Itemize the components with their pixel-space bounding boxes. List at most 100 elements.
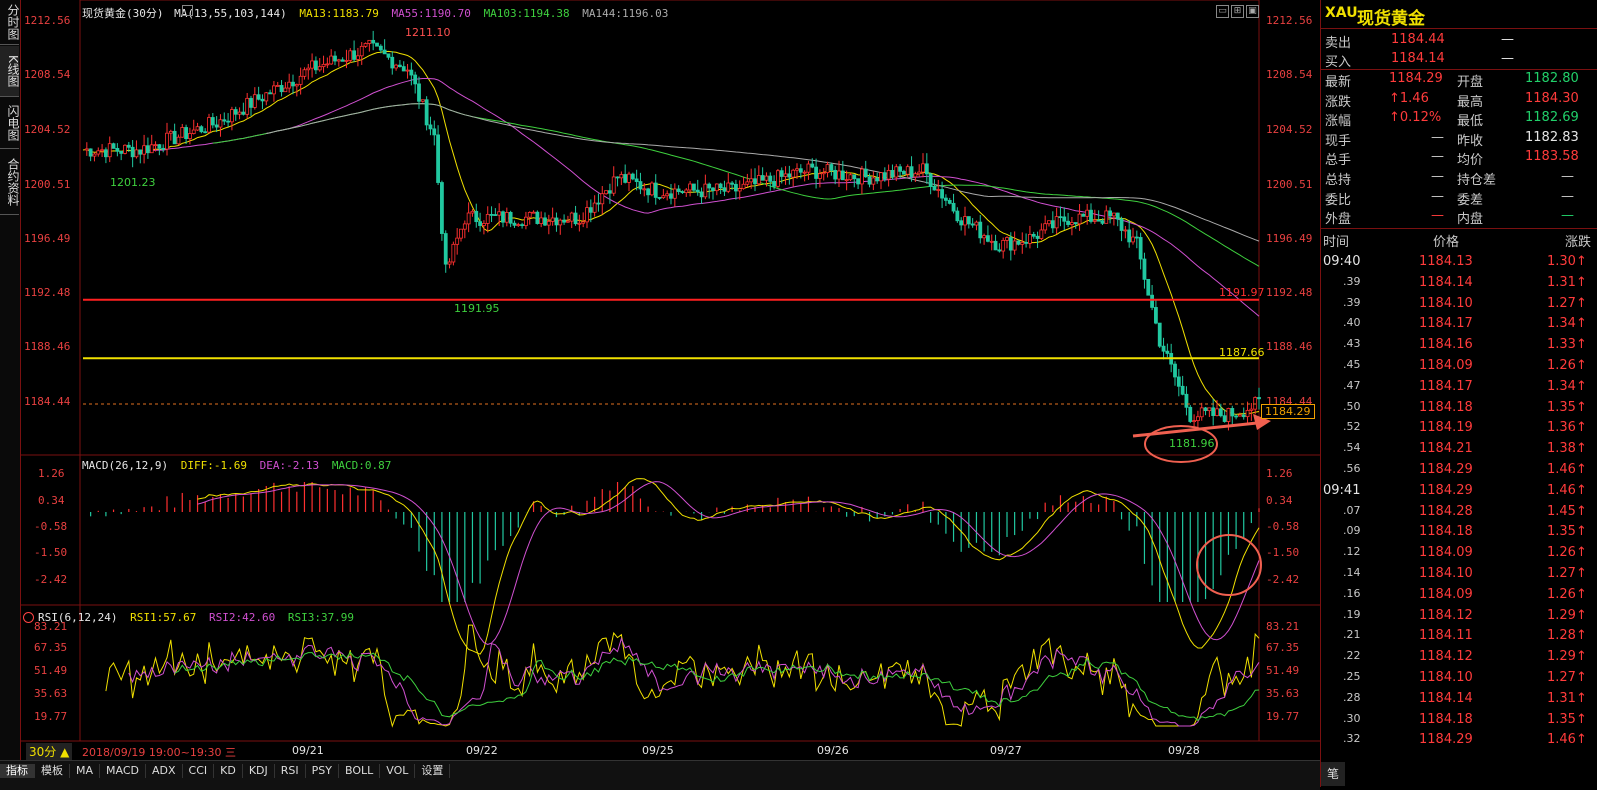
tab-vol[interactable]: VOL — [380, 764, 416, 778]
candle-body — [283, 87, 288, 93]
tick-time: .54 — [1343, 441, 1361, 455]
tab-adx[interactable]: ADX — [146, 764, 183, 778]
nav-timeshare[interactable]: 分时图 — [0, 0, 20, 45]
trades-button[interactable]: 笔 — [1321, 762, 1345, 786]
candle-body — [1050, 220, 1055, 229]
tick-change: 1.34↑ — [1547, 316, 1587, 332]
x-axis: 30分 ▲ 2018/09/19 19:00~19:30 三 09/21 09/… — [22, 742, 1320, 760]
kline-chart[interactable] — [21, 0, 1320, 760]
candle-body — [661, 195, 666, 199]
candle-body — [1085, 209, 1090, 217]
nav-contract[interactable]: 合约资料 — [0, 150, 20, 215]
ma-line — [82, 50, 1260, 415]
candle-body — [455, 237, 460, 245]
stat-value: — — [1431, 188, 1444, 204]
sell-row: 卖出 1184.44 — — [1321, 31, 1597, 51]
candle-body — [100, 149, 104, 152]
tab-settings[interactable]: 设置 — [415, 764, 451, 778]
chart-area[interactable] — [21, 0, 1320, 760]
candle-body — [600, 193, 605, 205]
tick-row: .32 1184.29 1.46↑ — [1321, 730, 1597, 751]
macd-y-tick: 0.34 — [38, 494, 65, 507]
candle-body — [142, 145, 146, 155]
settings-icon[interactable] — [182, 5, 193, 16]
stat-label: 持仓差 — [1457, 173, 1497, 188]
tab-rsi[interactable]: RSI — [275, 764, 306, 778]
candle-body — [753, 178, 757, 185]
candle-body — [1146, 278, 1151, 296]
candle-body — [779, 170, 784, 177]
candle-body — [275, 85, 280, 87]
stat-label: 总手 — [1325, 153, 1352, 169]
quote-stat-row: 现手 — 昨收 1182.83 — [1321, 129, 1597, 149]
candle-body — [829, 164, 834, 171]
stat-value: — — [1431, 208, 1444, 224]
macd-title-row: MACD(26,12,9) DIFF:-1.69 DEA:-2.13 MACD:… — [82, 459, 391, 472]
chevron-up-icon: ▲ — [60, 745, 70, 759]
candle-body — [909, 166, 914, 178]
ma13-value: MA13:1183.79 — [299, 7, 379, 20]
tab-template[interactable]: 模板 — [35, 764, 70, 778]
nav-kline[interactable]: K线图 — [0, 46, 20, 97]
candle-body — [890, 170, 895, 178]
candle-body — [230, 109, 234, 123]
candle-body — [241, 111, 246, 115]
tick-time: .14 — [1343, 566, 1361, 579]
candle-body — [1207, 407, 1212, 412]
candle-body — [1196, 416, 1200, 422]
tick-row: 09:40 1184.13 1.30↑ — [1321, 252, 1597, 273]
candle-body — [1070, 222, 1074, 225]
tick-price: 1184.16 — [1419, 337, 1473, 353]
candle-body — [1218, 408, 1223, 417]
buy-row: 买入 1184.14 — — [1321, 50, 1597, 70]
tab-ma[interactable]: MA — [70, 764, 101, 778]
candle-body — [462, 223, 467, 230]
minimize-icon[interactable]: ▭ — [1216, 5, 1229, 18]
stat-label: 涨跌 — [1325, 94, 1352, 110]
tab-boll[interactable]: BOLL — [339, 764, 381, 778]
tick-change: 1.35↑ — [1547, 524, 1587, 540]
tab-psy[interactable]: PSY — [306, 764, 339, 778]
candle-body — [420, 99, 425, 102]
rsi-settings-icon[interactable] — [23, 612, 34, 623]
candle-body — [711, 187, 715, 192]
candle-body — [333, 55, 337, 62]
tick-change: 1.46↑ — [1547, 482, 1587, 498]
tick-change: 1.26↑ — [1547, 358, 1587, 373]
stat-value: ↑0.12% — [1389, 110, 1442, 126]
candle-body — [791, 169, 796, 178]
restore-icon[interactable]: ⊞ — [1231, 5, 1244, 18]
nav-flash[interactable]: 闪电图 — [0, 98, 20, 149]
candle-body — [314, 60, 318, 71]
tab-indicator[interactable]: 指标 — [0, 764, 35, 778]
candle-body — [638, 181, 643, 190]
candle-body — [1134, 236, 1139, 239]
low-label-2: 1191.95 — [454, 302, 500, 315]
candle-body — [195, 126, 200, 131]
candle-body — [936, 189, 941, 191]
tick-time: .45 — [1343, 358, 1361, 371]
candle-body — [401, 66, 406, 72]
tick-change: 1.45↑ — [1547, 503, 1587, 519]
candle-body — [932, 186, 937, 191]
x-date: 09/25 — [642, 744, 674, 757]
candle-body — [772, 181, 776, 187]
tab-kd[interactable]: KD — [214, 764, 243, 778]
candle-body — [264, 92, 269, 102]
chart-title: 现货黄金(30分) — [82, 7, 164, 20]
candle-body — [1005, 237, 1009, 241]
tick-price: 1184.17 — [1419, 316, 1473, 332]
candle-body — [130, 146, 135, 158]
candle-body — [96, 150, 101, 155]
tab-kdj[interactable]: KDJ — [243, 764, 275, 778]
candle-body — [692, 183, 696, 191]
period-select[interactable]: 30分 ▲ — [26, 743, 73, 760]
tab-macd[interactable]: MACD — [100, 764, 146, 778]
candle-body — [1092, 219, 1097, 222]
candle-body — [527, 212, 532, 218]
maximize-icon[interactable]: ▣ — [1246, 5, 1259, 18]
candle-body — [111, 143, 116, 149]
tab-cci[interactable]: CCI — [183, 764, 215, 778]
candle-body — [524, 216, 528, 227]
macd-y-tick: 1.26 — [38, 467, 65, 480]
